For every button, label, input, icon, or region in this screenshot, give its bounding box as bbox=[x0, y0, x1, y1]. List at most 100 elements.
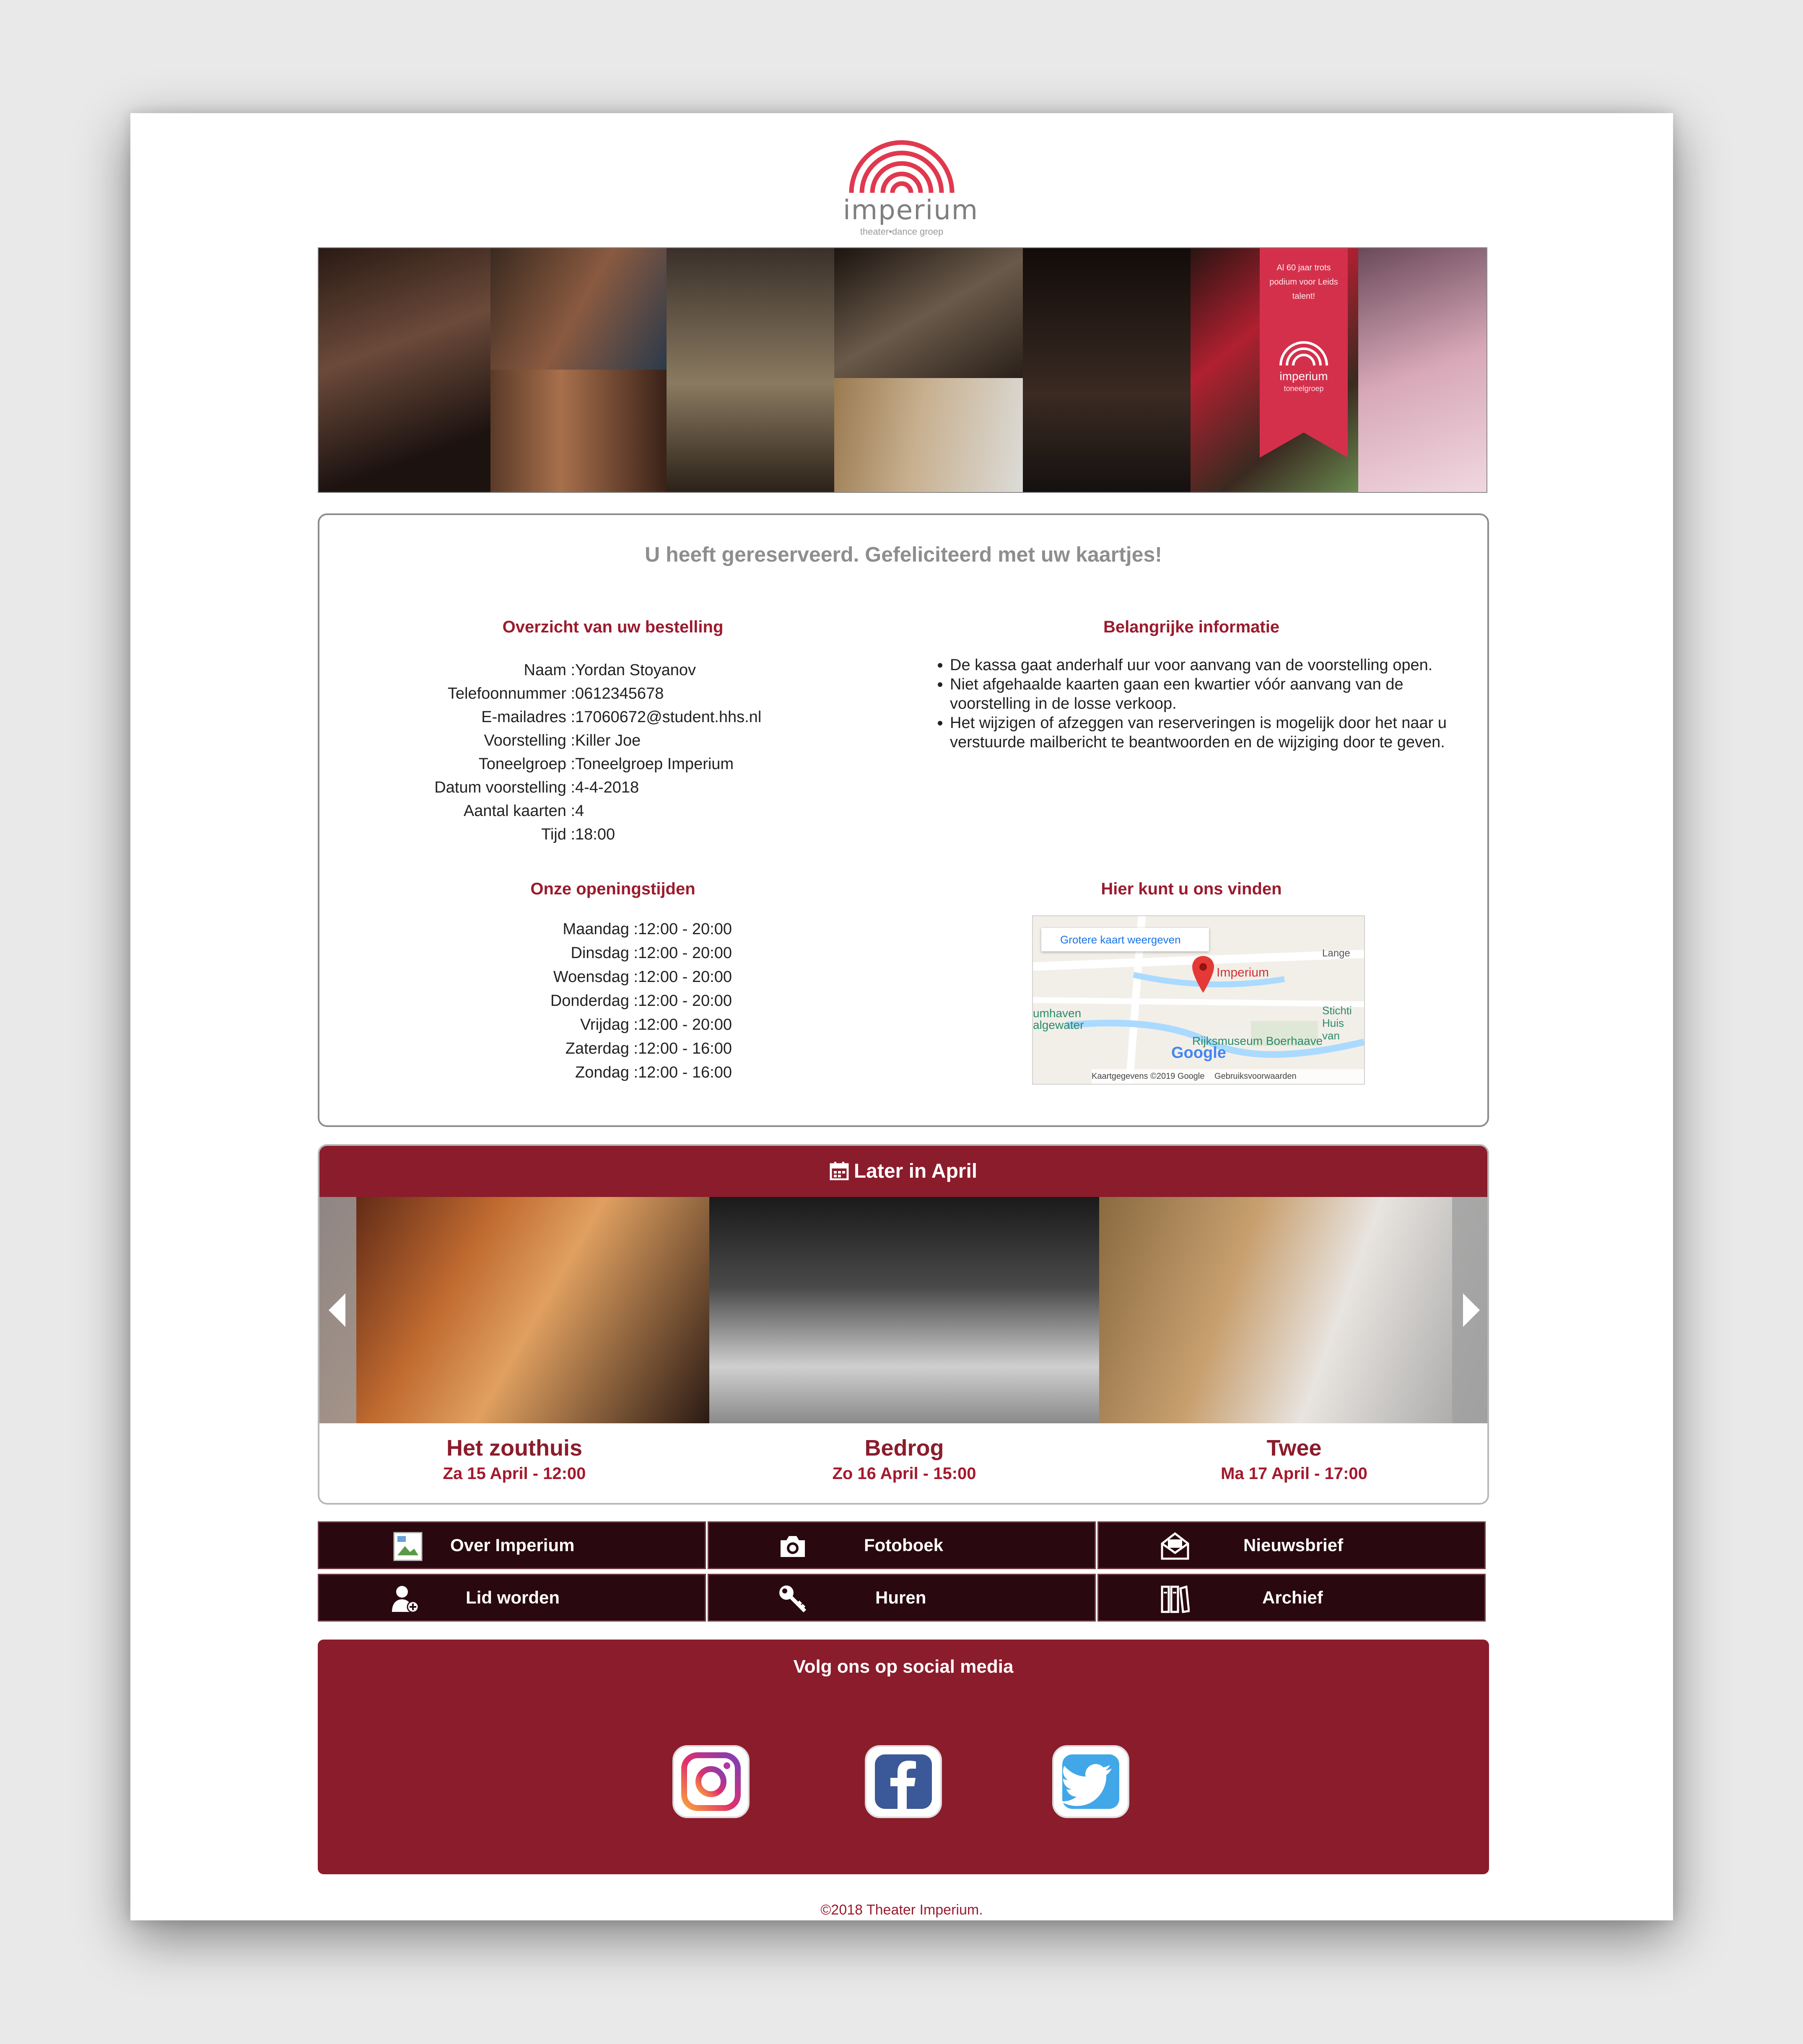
hours-time: 12:00 - 20:00 bbox=[638, 920, 732, 938]
hours-row: Zondag :12:00 - 16:00 bbox=[479, 1061, 732, 1085]
camera-icon bbox=[781, 1536, 805, 1557]
site-logo[interactable]: imperium theater•dance groep bbox=[843, 134, 979, 237]
upcoming-shows: Later in April Het zouthuis Za 15 April … bbox=[318, 1144, 1489, 1505]
info-list: De kassa gaat anderhalf uur voor aanvang… bbox=[931, 655, 1470, 752]
key-icon bbox=[779, 1585, 807, 1613]
logo-wordmark: imperium bbox=[843, 195, 979, 226]
hours-time: 12:00 - 20:00 bbox=[638, 968, 732, 986]
show-date: Zo 16 April - 15:00 bbox=[832, 1464, 976, 1483]
google-logo: Google bbox=[1171, 1044, 1226, 1062]
menu-fotoboek[interactable]: Fotoboek bbox=[708, 1521, 1096, 1569]
larger-map-link[interactable]: Grotere kaart weergeven bbox=[1041, 928, 1209, 951]
add-user-icon bbox=[392, 1586, 419, 1613]
hours-time: 12:00 - 20:00 bbox=[638, 1016, 732, 1034]
hours-row: Donderdag :12:00 - 20:00 bbox=[479, 989, 732, 1013]
hours-day: Maandag : bbox=[563, 920, 638, 938]
carousel-next-button[interactable] bbox=[1452, 1197, 1487, 1423]
info-item: Niet afgehaalde kaarten gaan een kwartie… bbox=[950, 675, 1470, 713]
page: imperium theater•dance groep Al 60 jaar … bbox=[130, 113, 1673, 1920]
hours-time: 12:00 - 20:00 bbox=[638, 944, 732, 962]
menu-archief[interactable]: Archief bbox=[1097, 1574, 1486, 1622]
hours-heading: Onze openingstijden bbox=[530, 880, 695, 898]
banner-photo bbox=[1358, 248, 1487, 492]
marker-label: Imperium bbox=[1217, 966, 1269, 979]
order-row: Datum voorstelling :4-4-2018 bbox=[370, 776, 761, 799]
hours-day: Woensdag : bbox=[553, 968, 638, 986]
menu-over-imperium[interactable]: Over Imperium bbox=[318, 1521, 706, 1569]
broken-image-icon bbox=[393, 1532, 423, 1561]
upcoming-heading: Later in April bbox=[854, 1160, 978, 1182]
order-label: Voorstelling : bbox=[484, 732, 575, 749]
hours-row: Woensdag :12:00 - 20:00 bbox=[479, 965, 732, 989]
show-title[interactable]: Bedrog bbox=[709, 1435, 1099, 1461]
facebook-icon bbox=[865, 1745, 942, 1818]
order-label: Datum voorstelling : bbox=[434, 779, 575, 796]
hours-day: Dinsdag : bbox=[571, 944, 638, 962]
hours-time: 12:00 - 16:00 bbox=[638, 1064, 732, 1081]
menu-label: Over Imperium bbox=[450, 1535, 575, 1555]
order-summary: Naam :Yordan Stoyanov Telefoonnummer :06… bbox=[370, 658, 761, 846]
order-label: Naam : bbox=[524, 661, 575, 679]
banner-ribbon: Al 60 jaar trots podium voor Leids talen… bbox=[1260, 248, 1348, 458]
menu-huren[interactable]: Huren bbox=[708, 1574, 1096, 1622]
menu-label: Archief bbox=[1262, 1588, 1323, 1607]
map-heading: Hier kunt u ons vinden bbox=[1101, 880, 1282, 898]
order-row: Toneelgroep :Toneelgroep Imperium bbox=[370, 752, 761, 776]
show-photo[interactable] bbox=[319, 1197, 709, 1423]
order-row: Aantal kaarten :4 bbox=[370, 799, 761, 823]
map-attribution-text: Kaartgegevens ©2019 Google bbox=[1092, 1072, 1205, 1081]
map-label-huis: Stichti Huis van bbox=[1322, 1004, 1352, 1042]
order-value: 18:00 bbox=[575, 826, 615, 843]
map-label-haven: umhaven algewater bbox=[1033, 1007, 1084, 1031]
show-title[interactable]: Het zouthuis bbox=[319, 1435, 709, 1461]
banner-photo bbox=[490, 248, 667, 370]
hours-time: 12:00 - 16:00 bbox=[638, 1040, 732, 1057]
order-row: Voorstelling :Killer Joe bbox=[370, 729, 761, 752]
map-terms-link[interactable]: Gebruiksvoorwaarden bbox=[1214, 1072, 1297, 1081]
hours-day: Vrijdag : bbox=[580, 1016, 638, 1034]
archive-icon bbox=[1161, 1585, 1190, 1613]
menu-nieuwsbrief[interactable]: Nieuwsbrief bbox=[1097, 1521, 1486, 1569]
ribbon-text: Al 60 jaar trots podium voor Leids talen… bbox=[1269, 263, 1338, 301]
order-value: Yordan Stoyanov bbox=[575, 661, 696, 679]
hero-banner: Al 60 jaar trots podium voor Leids talen… bbox=[318, 247, 1487, 493]
hours-row: Maandag :12:00 - 20:00 bbox=[479, 917, 732, 941]
order-value: 4 bbox=[575, 802, 584, 820]
confirmation-box: U heeft gereserveerd. Gefeliciteerd met … bbox=[318, 513, 1489, 1127]
banner-photo bbox=[490, 370, 667, 492]
order-label: Aantal kaarten : bbox=[463, 802, 575, 820]
confirmation-title: U heeft gereserveerd. Gefeliciteerd met … bbox=[645, 543, 1162, 566]
map-attribution: Kaartgegevens ©2019 Google Gebruiksvoorw… bbox=[1092, 1069, 1364, 1084]
order-row: Naam :Yordan Stoyanov bbox=[370, 658, 761, 682]
map-marker-icon bbox=[1192, 956, 1214, 993]
show-title[interactable]: Twee bbox=[1099, 1435, 1487, 1461]
show-photo[interactable] bbox=[709, 1197, 1099, 1423]
hours-row: Zaterdag :12:00 - 16:00 bbox=[479, 1037, 732, 1061]
social-heading: Volg ons op social media bbox=[793, 1656, 1014, 1677]
instagram-link[interactable] bbox=[670, 1743, 752, 1821]
upcoming-header: Later in April bbox=[319, 1146, 1487, 1197]
hours-row: Dinsdag :12:00 - 20:00 bbox=[479, 941, 732, 965]
hours-day: Zondag : bbox=[575, 1064, 638, 1081]
arrow-right-icon bbox=[1463, 1293, 1480, 1327]
facebook-link[interactable] bbox=[862, 1743, 944, 1821]
map-label-lange: Lange bbox=[1322, 948, 1350, 959]
location-map[interactable]: Grotere kaart weergeven Imperium Lange u… bbox=[1032, 915, 1365, 1085]
order-label: E-mailadres : bbox=[481, 708, 575, 726]
twitter-link[interactable] bbox=[1050, 1743, 1132, 1821]
menu-lid-worden[interactable]: Lid worden bbox=[318, 1574, 706, 1622]
order-value: Killer Joe bbox=[575, 732, 641, 749]
order-value: 4-4-2018 bbox=[575, 779, 639, 796]
instagram-icon bbox=[672, 1745, 750, 1818]
show-photo[interactable] bbox=[1099, 1197, 1487, 1423]
order-row: E-mailadres :17060672@student.hhs.nl bbox=[370, 705, 761, 729]
envelope-icon bbox=[1161, 1532, 1189, 1560]
menu-label: Nieuwsbrief bbox=[1243, 1535, 1344, 1555]
arrow-left-icon bbox=[329, 1293, 345, 1327]
hours-day: Donderdag : bbox=[550, 992, 638, 1010]
opening-hours: Maandag :12:00 - 20:00 Dinsdag :12:00 - … bbox=[479, 917, 732, 1085]
carousel-prev-button[interactable] bbox=[319, 1197, 356, 1423]
footer-copyright: ©2018 Theater Imperium. bbox=[820, 1902, 983, 1918]
order-label: Tijd : bbox=[541, 826, 575, 843]
twitter-icon bbox=[1052, 1745, 1129, 1818]
